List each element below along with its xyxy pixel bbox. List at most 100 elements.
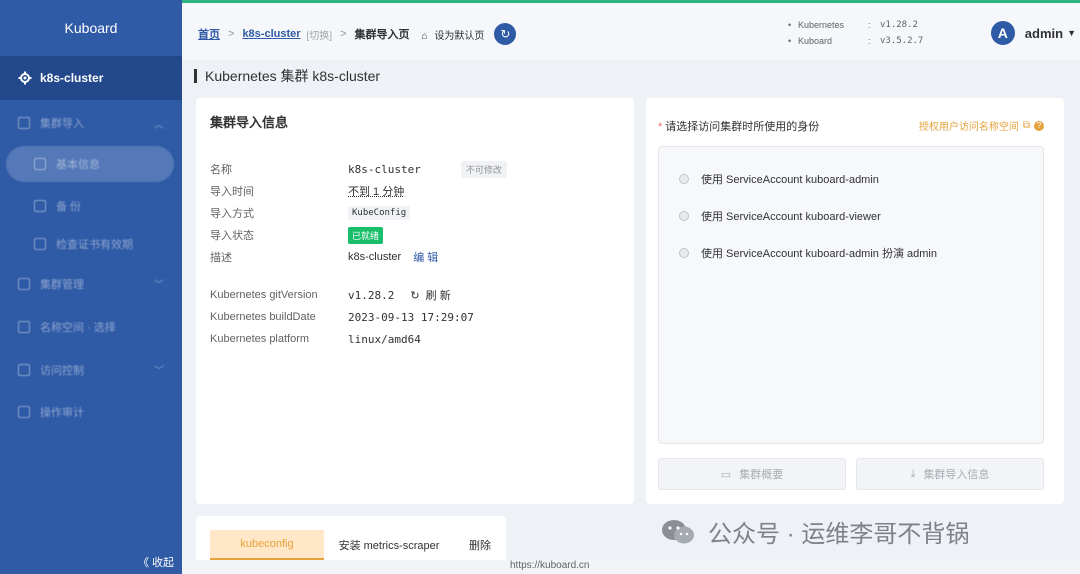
cluster-icon [18, 278, 30, 290]
sidebar-item-cluster-import[interactable]: 集群导入 ︿ [0, 104, 182, 142]
info-row-name: 名称 k8s-cluster 不可修改 [210, 158, 507, 180]
breadcrumb-separator: > [340, 28, 347, 40]
tab-kubeconfig[interactable]: kubeconfig [210, 530, 324, 560]
tab-delete[interactable]: 删除 [454, 530, 506, 560]
sidebar-item-namespace[interactable]: 名称空间 · 选择 [0, 306, 182, 348]
radio-button[interactable] [679, 211, 689, 221]
authorize-namespace-link[interactable]: 授权用户访问名称空间 ⧉ ? [919, 118, 1044, 133]
info-row-build-date: Kubernetes buildDate 2023-09-13 17:29:07 [210, 306, 474, 328]
sidebar-item-access-control[interactable]: 访问控制 ﹀ [0, 348, 182, 392]
sidebar-item-label: 检查证书有效期 [56, 239, 133, 251]
sidebar-cluster-label: k8s-cluster [40, 71, 104, 85]
switch-cluster-link[interactable]: [切换] [307, 27, 333, 42]
tab-install-metrics-scraper[interactable]: 安装 metrics-scraper [326, 530, 452, 560]
status-url: https://kuboard.cn [510, 560, 590, 571]
wechat-icon [660, 519, 696, 545]
identity-option-label: 使用 ServiceAccount kuboard-viewer [701, 211, 881, 223]
sidebar-item-label: 备 份 [56, 201, 82, 213]
identity-option-impersonate[interactable]: 使用 ServiceAccount kuboard-admin 扮演 admin [679, 245, 937, 261]
dashboard-icon: ▭ [720, 468, 732, 481]
identity-selection-card: * 请选择访问集群时所使用的身份 授权用户访问名称空间 ⧉ ? 使用 Servic… [646, 98, 1064, 504]
help-icon: ? [1034, 120, 1044, 131]
user-menu[interactable]: A admin ▼ [990, 21, 1076, 45]
set-default-page-button[interactable]: ⌂ 设为默认页 [422, 27, 485, 42]
sidebar-item-label: 操作审计 [40, 407, 84, 419]
collapse-sidebar-button[interactable]: 《 收起 [138, 554, 174, 570]
info-value: k8s-cluster [348, 251, 402, 263]
cluster-import-info-card: 集群导入信息 名称 k8s-cluster 不可修改 导入时间 不到 1 分钟 … [196, 98, 634, 504]
breadcrumb-separator: > [228, 28, 235, 40]
username: admin [1024, 25, 1064, 41]
gear-icon [18, 71, 32, 85]
version-value: v3.5.2.7 [880, 36, 924, 46]
info-value: linux/amd64 [348, 332, 421, 346]
cluster-overview-button[interactable]: ▭ 集群概要 [658, 458, 846, 490]
info-row-description: 描述 k8s-cluster 编 辑 [210, 246, 438, 268]
cluster-import-info-button[interactable]: ⤓ 集群导入信息 [856, 458, 1044, 490]
info-label: Kubernetes gitVersion [210, 289, 318, 301]
refresh-button[interactable]: ↻ [494, 23, 517, 45]
info-label: 名称 [210, 164, 232, 176]
status-badge: 已就绪 [348, 226, 384, 244]
refresh-version-link[interactable]: ↻ 刷 新 [410, 287, 450, 303]
sidebar-item-basic-info[interactable]: 基本信息 [6, 146, 174, 182]
status-bar: https://kuboard.cn [182, 560, 1080, 574]
breadcrumb-current: 集群导入页 [354, 29, 410, 41]
audit-icon [18, 406, 30, 418]
info-value: 不到 1 分钟 [348, 186, 405, 198]
version-colon: : [868, 36, 871, 46]
button-label: 集群概要 [739, 469, 784, 481]
sidebar-item-backup[interactable]: 备 份 [0, 186, 182, 226]
refresh-label: 刷 新 [425, 290, 451, 302]
home-icon: ⌂ [421, 30, 428, 42]
external-link-icon: ⧉ [1022, 120, 1030, 131]
identity-option-label: 使用 ServiceAccount kuboard-admin [701, 174, 879, 186]
radio-button[interactable] [679, 174, 689, 184]
caret-down-icon: ▼ [1067, 28, 1076, 38]
version-name: Kuboard [798, 36, 833, 46]
bottom-tabs: kubeconfig 安装 metrics-scraper 删除 [196, 516, 506, 560]
identity-prompt-text: 请选择访问集群时所使用的身份 [665, 121, 820, 133]
bullet-icon: • [788, 36, 792, 46]
sidebar-item-cert-check[interactable]: 检查证书有效期 [0, 226, 182, 262]
button-label: 集群导入信息 [923, 469, 990, 481]
edit-description-link[interactable]: 编 辑 [413, 249, 438, 265]
info-label: Kubernetes platform [210, 333, 310, 345]
breadcrumb-home[interactable]: 首页 [198, 26, 220, 42]
identity-option-admin[interactable]: 使用 ServiceAccount kuboard-admin [679, 171, 879, 187]
version-row: • Kubernetes : v1.28.2 [788, 17, 923, 33]
sidebar-item-label: 集群管理 [40, 279, 84, 291]
bullet-icon: • [788, 20, 792, 30]
breadcrumb: 首页 > k8s-cluster [切换] > 集群导入页 ⌂ 设为默认页 ↻ [198, 23, 517, 45]
info-row-import-time: 导入时间 不到 1 分钟 [210, 180, 404, 202]
title-bar [194, 69, 197, 83]
sidebar: Kuboard k8s-cluster 集群导入 ︿ 基本信息 备 份 检查证书… [0, 0, 182, 574]
sidebar-item-label: 基本信息 [56, 159, 100, 171]
import-method-tag: KubeConfig [348, 206, 411, 220]
sidebar-item-label: 名称空间 · 选择 [40, 322, 116, 334]
card-title: 集群导入信息 [210, 115, 289, 130]
watermark-text: 公众号 · 运维李哥不背锅 [708, 521, 970, 548]
chevron-down-icon: ﹀ [154, 366, 164, 377]
sidebar-cluster-item[interactable]: k8s-cluster [0, 56, 182, 100]
watermark: 公众号 · 运维李哥不背锅 [660, 514, 969, 549]
page-title: Kubernetes 集群 k8s-cluster [194, 66, 380, 86]
info-label: Kubernetes buildDate [210, 311, 316, 323]
app-title: Kuboard [64, 20, 118, 36]
sidebar-item-audit[interactable]: 操作审计 [0, 392, 182, 432]
lock-icon [18, 364, 30, 376]
chevron-down-icon: ﹀ [154, 280, 164, 291]
sidebar-item-cluster-management[interactable]: 集群管理 ﹀ [0, 262, 182, 306]
grid-icon [18, 321, 30, 333]
identity-option-viewer[interactable]: 使用 ServiceAccount kuboard-viewer [679, 208, 881, 224]
header: 首页 > k8s-cluster [切换] > 集群导入页 ⌂ 设为默认页 ↻ … [182, 0, 1080, 60]
breadcrumb-cluster[interactable]: k8s-cluster [242, 28, 300, 40]
required-marker: * [658, 121, 663, 133]
radio-button[interactable] [679, 248, 689, 258]
info-row-import-method: 导入方式 KubeConfig [210, 202, 411, 224]
info-value: 2023-09-13 17:29:07 [348, 310, 474, 324]
sidebar-item-label: 集群导入 [40, 118, 84, 130]
info-label: 导入时间 [210, 186, 254, 198]
page-title-text: Kubernetes 集群 k8s-cluster [205, 68, 381, 84]
set-default-label: 设为默认页 [434, 30, 485, 42]
